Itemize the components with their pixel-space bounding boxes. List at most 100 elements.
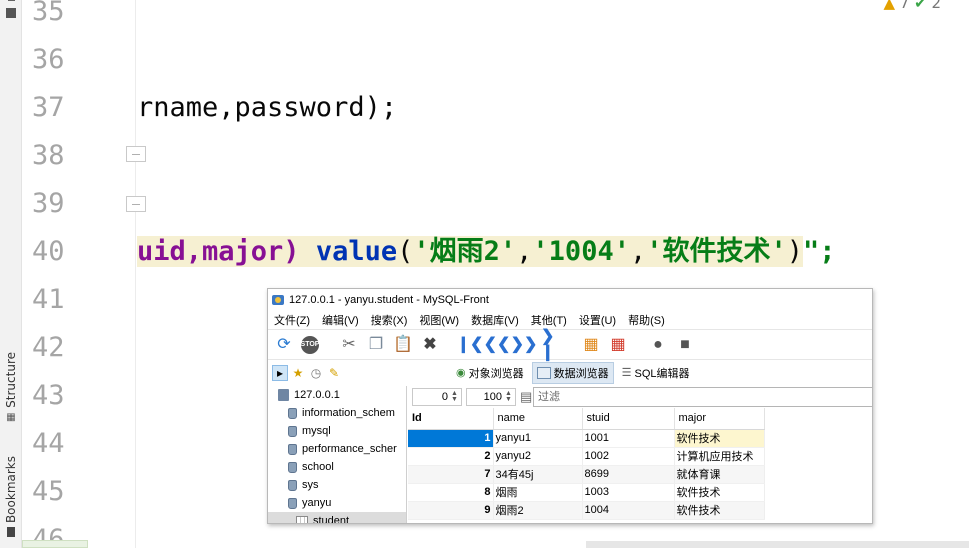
- line-number: 38: [32, 140, 65, 171]
- cell-major[interactable]: 就体育课: [674, 465, 765, 484]
- project-tool-tab[interactable]: F: [1, 0, 21, 18]
- fold-marker-end[interactable]: [126, 146, 146, 162]
- structure-icon: ▦: [6, 411, 16, 423]
- paste-icon[interactable]: 📋: [393, 335, 413, 355]
- offset-stepper[interactable]: 0 ▲ ▼: [412, 388, 462, 406]
- navigator-icon[interactable]: ▸: [272, 364, 288, 381]
- stepper-arrows-icon[interactable]: ▲ ▼: [505, 390, 513, 403]
- tree-item-database[interactable]: sys: [268, 476, 406, 494]
- copy-icon[interactable]: ❐: [366, 335, 386, 355]
- menu-search[interactable]: 搜索(X): [371, 312, 408, 328]
- insert-record-icon[interactable]: ▦: [581, 335, 601, 355]
- filter-input[interactable]: 过滤: [533, 387, 872, 407]
- bookmarks-icon[interactable]: ★: [290, 365, 306, 381]
- tree-item-database[interactable]: performance_scher: [268, 440, 406, 458]
- next-page-icon[interactable]: ❯❯: [511, 335, 538, 355]
- menu-settings[interactable]: 设置(U): [579, 312, 616, 328]
- menu-file[interactable]: 文件(Z): [274, 312, 310, 328]
- cell-name[interactable]: 烟雨2: [493, 501, 583, 520]
- cell-id[interactable]: 9: [408, 501, 494, 520]
- cell-name[interactable]: yanyu2: [493, 447, 583, 466]
- column-header-name[interactable]: name: [493, 408, 583, 430]
- sql-history-icon[interactable]: ✎: [326, 365, 342, 381]
- status-tab[interactable]: [22, 540, 88, 548]
- column-header-major[interactable]: major: [674, 408, 765, 430]
- refresh-icon[interactable]: ⟳: [274, 335, 294, 355]
- first-record-icon[interactable]: ❙❮: [457, 335, 484, 355]
- cell-stuid[interactable]: 1002: [582, 447, 675, 466]
- structure-tool-tab[interactable]: Structure ▦: [1, 352, 21, 423]
- cell-id[interactable]: 1: [408, 429, 494, 448]
- cut-icon[interactable]: ✂: [339, 335, 359, 355]
- tree-item-server[interactable]: 127.0.0.1: [268, 386, 406, 404]
- cell-name[interactable]: 烟雨: [493, 483, 583, 502]
- column-header-id[interactable]: Id: [408, 408, 494, 430]
- tree-item-label: student: [313, 515, 350, 523]
- tab-data-browser[interactable]: 数据浏览器: [531, 361, 614, 384]
- stepper-arrows-icon[interactable]: ▲ ▼: [451, 390, 459, 403]
- history-icon[interactable]: ◷: [308, 365, 324, 381]
- cancel-record-icon[interactable]: ■: [675, 335, 695, 355]
- table-row[interactable]: 7 34有45j 8699 就体育课: [408, 465, 765, 484]
- table-row[interactable]: 8 烟雨 1003 软件技术: [408, 483, 765, 502]
- cell-major[interactable]: 软件技术: [674, 483, 765, 502]
- structure-tab-label: Structure: [4, 352, 18, 408]
- stop-icon[interactable]: STOP: [301, 335, 319, 354]
- menu-edit[interactable]: 编辑(V): [322, 312, 359, 328]
- cell-id[interactable]: 7: [408, 465, 494, 484]
- code-string: '软件技术': [646, 236, 787, 267]
- menu-other[interactable]: 其他(T): [531, 312, 567, 328]
- horizontal-scrollbar[interactable]: [586, 541, 969, 548]
- cell-id[interactable]: 2: [408, 447, 494, 466]
- cell-stuid[interactable]: 1001: [582, 429, 675, 448]
- table-row[interactable]: 2 yanyu2 1002 计算机应用技术: [408, 447, 765, 466]
- code-line-37[interactable]: rname,password);: [137, 84, 397, 132]
- window-title-bar[interactable]: 127.0.0.1 - yanyu.student - MySQL-Front: [268, 289, 872, 311]
- filter-bar: 0 ▲ ▼ 100 ▲ ▼ ▤ 过滤: [408, 386, 872, 408]
- view-tab-bar: ▸ ★ ◷ ✎ ◉ 对象浏览器 数据浏览器 ☰ SQL编辑器: [268, 359, 872, 385]
- limit-stepper[interactable]: 100 ▲ ▼: [466, 388, 516, 406]
- cell-major[interactable]: 软件技术: [674, 501, 765, 520]
- project-tab-label: F: [7, 0, 18, 2]
- post-record-icon[interactable]: ●: [648, 335, 668, 355]
- tree-item-database[interactable]: school: [268, 458, 406, 476]
- cell-stuid[interactable]: 1003: [582, 483, 675, 502]
- tree-item-table[interactable]: student: [268, 512, 406, 523]
- table-row[interactable]: 1 yanyu1 1001 软件技术: [408, 429, 765, 448]
- prev-page-icon[interactable]: ❮❮: [484, 335, 511, 355]
- server-icon: [278, 389, 289, 401]
- limit-toggle-icon[interactable]: ▤: [520, 389, 532, 405]
- database-icon: [288, 407, 297, 419]
- cell-name[interactable]: yanyu1: [493, 429, 583, 448]
- cell-name[interactable]: 34有45j: [493, 465, 583, 484]
- menu-help[interactable]: 帮助(S): [628, 312, 665, 328]
- cell-stuid[interactable]: 8699: [582, 465, 675, 484]
- column-header-stuid[interactable]: stuid: [582, 408, 675, 430]
- cell-major[interactable]: 计算机应用技术: [674, 447, 765, 466]
- cell-major[interactable]: 软件技术: [674, 429, 765, 448]
- delete-icon[interactable]: ✖: [420, 335, 440, 355]
- folder-icon: [6, 8, 16, 18]
- tab-object-browser[interactable]: ◉ 对象浏览器: [452, 363, 528, 383]
- database-icon: [288, 443, 297, 455]
- tree-item-database[interactable]: information_schem: [268, 404, 406, 422]
- delete-record-icon[interactable]: ▦: [608, 335, 628, 355]
- menu-database[interactable]: 数据库(V): [471, 312, 519, 328]
- tree-item-database[interactable]: mysql: [268, 422, 406, 440]
- inspection-widget[interactable]: ▲ 7 ✔ 2: [883, 0, 941, 12]
- menu-view[interactable]: 视图(W): [419, 312, 459, 328]
- table-row[interactable]: 9 烟雨2 1004 软件技术: [408, 501, 765, 520]
- cell-stuid[interactable]: 1004: [582, 501, 675, 520]
- line-number: 43: [32, 380, 65, 411]
- tab-sql-editor[interactable]: ☰ SQL编辑器: [618, 363, 694, 383]
- offset-value: 0: [441, 391, 448, 403]
- tree-item-database[interactable]: yanyu: [268, 494, 406, 512]
- grid-header-row: Id name stuid major: [408, 408, 765, 430]
- bookmarks-tool-tab[interactable]: Bookmarks: [1, 456, 21, 538]
- cell-id[interactable]: 8: [408, 483, 494, 502]
- line-number: 41: [32, 284, 65, 315]
- fold-marker-start[interactable]: [126, 196, 146, 212]
- database-icon: [288, 497, 297, 509]
- code-line-40[interactable]: uid,major) value('烟雨2','1004','软件技术')";: [137, 228, 836, 276]
- last-record-icon[interactable]: ❯❙: [541, 328, 561, 360]
